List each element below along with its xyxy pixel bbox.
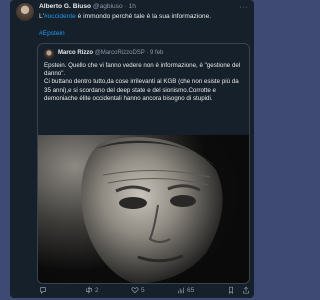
quoted-text: Epstein. Quello che vi fanno vedere non … <box>44 62 245 103</box>
retweet-icon <box>86 286 92 294</box>
tweet-text: L'#occidente è immondo perché tale è la … <box>39 13 211 20</box>
hashtag-link-epstein[interactable]: #Epstein <box>39 30 65 37</box>
like-count: 5 <box>141 286 145 294</box>
quoted-paragraph-2: Ci buttano dentro tutto,da cose irrileva… <box>44 78 239 102</box>
quoted-image[interactable] <box>38 135 249 283</box>
text-rest: è immondo perché tale è la sua informazi… <box>75 13 212 20</box>
quoted-handle: @MarcoRizzoDSP <box>94 50 145 56</box>
views-count: 65 <box>187 286 195 294</box>
quoted-author-name: Marco Rizzo <box>58 50 94 56</box>
quoted-avatar <box>44 49 54 59</box>
like-icon <box>131 287 139 294</box>
quoted-tweet[interactable]: Marco Rizzo @MarcoRizzoDSP · 9 feb Epste… <box>37 43 250 284</box>
tweet-card[interactable]: Alberto G. Biuso @agbiuso · 1h ··· L'#oc… <box>10 0 254 298</box>
retweet-count: 2 <box>95 286 99 294</box>
views-icon <box>178 287 184 294</box>
hashtag-line: #Epstein <box>39 30 65 37</box>
quoted-time: 9 feb <box>150 50 164 56</box>
share-button[interactable] <box>242 286 250 294</box>
bookmark-button[interactable] <box>227 286 235 294</box>
reply-icon <box>40 287 46 294</box>
author-handle[interactable]: @agbiuso <box>93 3 123 10</box>
retweet-button[interactable]: 2 <box>85 286 99 294</box>
tweet-time[interactable]: 1h <box>129 3 136 10</box>
quoted-paragraph-1: Epstein. Quello che vi fanno vedere non … <box>44 62 241 78</box>
tweet-header: Alberto G. Biuso @agbiuso · 1h <box>39 3 136 10</box>
hashtag-link-occidente[interactable]: #occidente <box>44 13 76 20</box>
separator: · <box>124 3 127 10</box>
like-button[interactable]: 5 <box>131 286 145 294</box>
reply-button[interactable] <box>39 286 49 294</box>
more-icon[interactable]: ··· <box>240 4 249 11</box>
quoted-separator: · <box>146 50 149 56</box>
quoted-header: Marco Rizzo @MarcoRizzoDSP · 9 feb <box>58 50 163 56</box>
bookmark-icon <box>229 286 233 294</box>
avatar[interactable] <box>16 3 34 21</box>
views-button[interactable]: 65 <box>177 286 194 294</box>
share-icon <box>243 286 249 294</box>
portrait-image <box>38 135 249 283</box>
action-bar: 2 5 65 <box>39 286 254 296</box>
author-name[interactable]: Alberto G. Biuso <box>39 3 91 10</box>
